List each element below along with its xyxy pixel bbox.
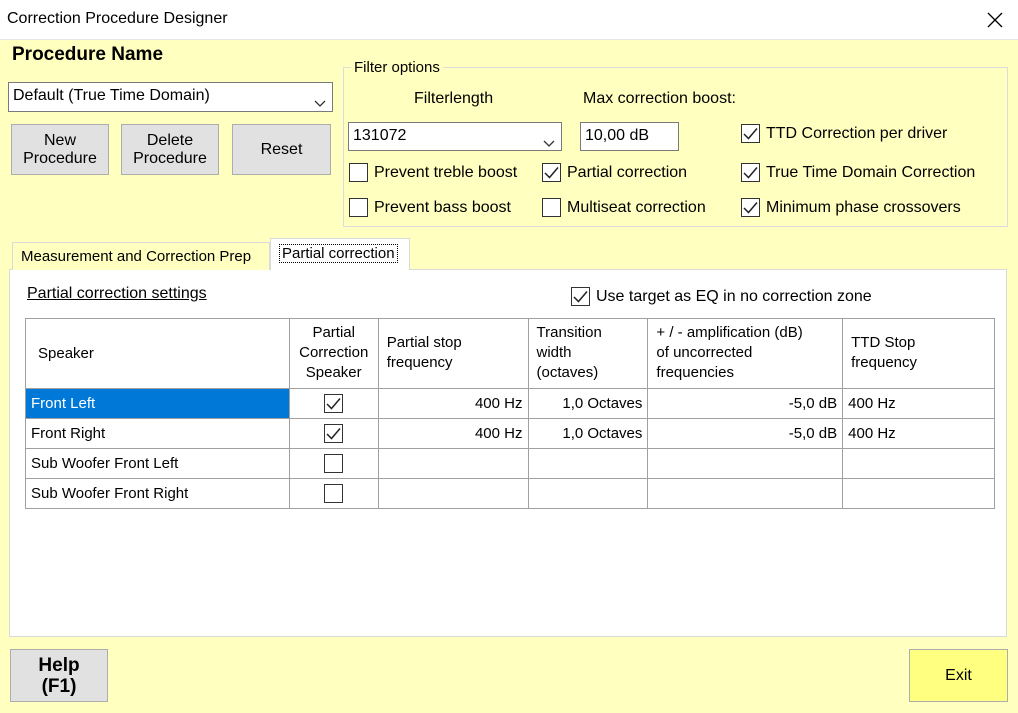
filter-options-title: Filter options xyxy=(351,59,443,76)
checkbox-checked-icon xyxy=(741,198,760,217)
use-target-eq-checkbox[interactable]: Use target as EQ in no correction zone xyxy=(571,287,872,306)
filterlength-value: 131072 xyxy=(353,127,407,144)
checkbox-empty-icon[interactable] xyxy=(324,454,344,473)
checkbox-checked-icon[interactable] xyxy=(324,424,344,443)
title-bar: Correction Procedure Designer xyxy=(0,0,1018,40)
chevron-down-icon xyxy=(314,91,326,117)
speaker-cell[interactable]: Front Right xyxy=(25,418,290,449)
col-header-ttd-stop-frequency[interactable]: TTD Stop frequency xyxy=(842,318,995,389)
partial-correction-speaker-cell[interactable] xyxy=(288,388,379,419)
max-boost-input[interactable]: 10,00 dB xyxy=(580,122,679,151)
prevent-treble-label: Prevent treble boost xyxy=(374,163,518,181)
checkbox-empty-icon xyxy=(349,198,368,217)
stop-frequency-cell[interactable] xyxy=(377,448,529,479)
checkbox-empty-icon xyxy=(542,198,561,217)
transition-width-cell[interactable] xyxy=(527,448,649,479)
close-icon[interactable] xyxy=(972,0,1018,40)
tab-partial-correction[interactable]: Partial correction xyxy=(270,238,410,270)
reset-label: Reset xyxy=(260,140,303,158)
prevent-bass-checkbox[interactable]: Prevent bass boost xyxy=(349,198,511,217)
partial-correction-table: Speaker Partial Correction Speaker Parti… xyxy=(25,318,995,509)
stop-frequency-cell[interactable] xyxy=(377,478,529,509)
table-header-row: Speaker Partial Correction Speaker Parti… xyxy=(25,318,995,389)
filterlength-label: Filterlength xyxy=(414,90,494,107)
exit-label: Exit xyxy=(945,666,972,684)
table-row[interactable]: Front Left 400 Hz 1,0 Octaves -5,0 dB 40… xyxy=(25,388,995,419)
min-phase-checkbox[interactable]: Minimum phase crossovers xyxy=(741,198,961,217)
delete-procedure-button[interactable]: Delete Procedure xyxy=(121,124,219,175)
ttd-stop-frequency-cell[interactable]: 400 Hz xyxy=(842,418,995,449)
transition-width-cell[interactable] xyxy=(527,478,649,509)
new-procedure-label: New Procedure xyxy=(23,131,97,167)
transition-width-cell[interactable]: 1,0 Octaves xyxy=(527,418,649,449)
stop-frequency-cell[interactable]: 400 Hz xyxy=(377,388,529,419)
help-label: Help xyxy=(38,654,80,676)
multiseat-checkbox[interactable]: Multiseat correction xyxy=(542,198,706,217)
partial-correction-speaker-cell[interactable] xyxy=(288,448,379,479)
true-time-domain-checkbox[interactable]: True Time Domain Correction xyxy=(741,163,975,182)
exit-button[interactable]: Exit xyxy=(909,649,1008,702)
partial-correction-speaker-cell[interactable] xyxy=(288,478,379,509)
partial-settings-title: Partial correction settings xyxy=(27,285,207,302)
true-time-domain-label: True Time Domain Correction xyxy=(766,163,976,181)
amplification-cell[interactable] xyxy=(647,478,844,509)
chevron-down-icon xyxy=(543,131,555,157)
partial-correction-label: Partial correction xyxy=(567,163,688,181)
col-header-transition-width[interactable]: Transition width (octaves) xyxy=(527,318,649,389)
stop-frequency-cell[interactable]: 400 Hz xyxy=(377,418,529,449)
checkbox-checked-icon xyxy=(542,163,561,182)
tab-measurement-prep-label: Measurement and Correction Prep xyxy=(21,248,252,265)
amplification-cell[interactable] xyxy=(647,448,844,479)
checkbox-checked-icon[interactable] xyxy=(324,394,344,413)
min-phase-label: Minimum phase crossovers xyxy=(766,198,961,216)
new-procedure-button[interactable]: New Procedure xyxy=(11,124,109,175)
partial-correction-checkbox[interactable]: Partial correction xyxy=(542,163,687,182)
tab-partial-correction-label: Partial correction xyxy=(279,244,398,263)
ttd-stop-frequency-cell[interactable] xyxy=(842,478,995,509)
filterlength-select[interactable]: 131072 xyxy=(348,122,562,151)
delete-procedure-label: Delete Procedure xyxy=(133,131,207,167)
col-header-amplification[interactable]: + / - amplification (dB) of uncorrected … xyxy=(647,318,844,389)
ttd-per-driver-checkbox[interactable]: TTD Correction per driver xyxy=(741,124,947,143)
multiseat-label: Multiseat correction xyxy=(567,198,706,216)
checkbox-checked-icon xyxy=(571,287,590,306)
speaker-cell[interactable]: Front Left xyxy=(25,388,290,419)
checkbox-checked-icon xyxy=(741,124,760,143)
procedure-name-heading: Procedure Name xyxy=(12,44,164,65)
window-title: Correction Procedure Designer xyxy=(7,10,228,27)
transition-width-cell[interactable]: 1,0 Octaves xyxy=(527,388,649,419)
use-target-eq-label: Use target as EQ in no correction zone xyxy=(596,287,872,305)
max-boost-label: Max correction boost: xyxy=(583,90,736,107)
reset-button[interactable]: Reset xyxy=(232,124,331,175)
checkbox-empty-icon[interactable] xyxy=(324,484,344,503)
checkbox-checked-icon xyxy=(741,163,760,182)
procedure-select[interactable]: Default (True Time Domain) xyxy=(8,82,333,112)
col-header-partial-stop-frequency[interactable]: Partial stop frequency xyxy=(377,318,529,389)
table-row[interactable]: Front Right 400 Hz 1,0 Octaves -5,0 dB 4… xyxy=(25,418,995,449)
speaker-cell[interactable]: Sub Woofer Front Left xyxy=(25,448,290,479)
partial-correction-speaker-cell[interactable] xyxy=(288,418,379,449)
help-shortcut-label: (F1) xyxy=(41,675,77,697)
procedure-select-value: Default (True Time Domain) xyxy=(13,87,210,104)
ttd-per-driver-label: TTD Correction per driver xyxy=(766,124,948,142)
prevent-bass-label: Prevent bass boost xyxy=(374,198,511,216)
checkbox-empty-icon xyxy=(349,163,368,182)
amplification-cell[interactable]: -5,0 dB xyxy=(647,418,844,449)
table-row[interactable]: Sub Woofer Front Left xyxy=(25,448,995,479)
prevent-treble-checkbox[interactable]: Prevent treble boost xyxy=(349,163,517,182)
help-button[interactable]: Help (F1) xyxy=(10,649,108,702)
ttd-stop-frequency-cell[interactable]: 400 Hz xyxy=(842,388,995,419)
ttd-stop-frequency-cell[interactable] xyxy=(842,448,995,479)
table-row[interactable]: Sub Woofer Front Right xyxy=(25,478,995,509)
speaker-cell[interactable]: Sub Woofer Front Right xyxy=(25,478,290,509)
col-header-speaker[interactable]: Speaker xyxy=(25,318,290,389)
col-header-partial-correction-speaker[interactable]: Partial Correction Speaker xyxy=(288,318,379,389)
tab-measurement-prep[interactable]: Measurement and Correction Prep xyxy=(12,242,270,270)
amplification-cell[interactable]: -5,0 dB xyxy=(647,388,844,419)
